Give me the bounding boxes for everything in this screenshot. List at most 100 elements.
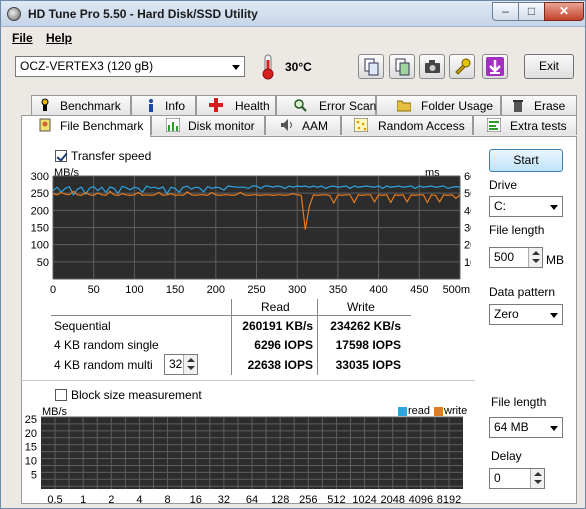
menu-help-label: Help — [46, 31, 73, 45]
speaker-icon — [281, 119, 292, 131]
magnifier-icon — [294, 99, 307, 112]
drive-label: Drive — [489, 178, 518, 192]
x-tick-label: 150 — [166, 284, 184, 296]
tab-label: Folder Usage — [421, 99, 494, 113]
drive-dropdown-value: OCZ-VERTEX3 (120 gB) — [20, 59, 154, 73]
trash-icon — [513, 100, 523, 112]
tab-disk-monitor[interactable]: Disk monitor — [151, 115, 265, 135]
file-length-stepper[interactable]: 500 — [489, 247, 543, 268]
y-right-tick-label: 20 — [464, 240, 471, 252]
block-size-label: Block size measurement — [71, 388, 202, 402]
tab-folder-usage[interactable]: Folder Usage — [376, 95, 501, 115]
x-tick-label: 500mB — [443, 284, 471, 296]
chevron-down-icon — [550, 426, 558, 431]
minimize-button[interactable]: – — [492, 2, 519, 21]
transfer-speed-chart: 0 50 100 150 200 250 300 350 400 450 500mB 300 250 20… — [31, 171, 471, 296]
x-tick-label: 250 — [247, 284, 265, 296]
delay-stepper[interactable]: 0 — [489, 468, 545, 489]
block-size-checkbox[interactable] — [55, 389, 67, 401]
app-window: HD Tune Pro 5.50 - Hard Disk/SSD Utility… — [0, 0, 586, 509]
sequential-read-value: 260191 KB/s — [242, 319, 313, 333]
tab-label: File Benchmark — [60, 119, 144, 133]
random-single-write-value: 17598 IOPS — [335, 338, 401, 352]
menu-bar: File Help — [1, 28, 585, 48]
info-icon — [149, 99, 153, 112]
y-left-tick-label: 150 — [31, 223, 49, 235]
drive-letter-dropdown[interactable]: C: — [489, 196, 563, 217]
y-right-tick-label: 40 — [464, 205, 471, 217]
tab-health[interactable]: Health — [196, 95, 276, 115]
x-tick-label: 100 — [125, 284, 143, 296]
file-length-unit: MB — [546, 253, 564, 267]
tab-random-access[interactable]: Random Access — [341, 115, 473, 135]
section-divider — [21, 380, 475, 381]
download-arrow-icon — [486, 57, 504, 76]
tab-file-benchmark[interactable]: File Benchmark — [21, 115, 151, 137]
temperature-readout: 30°C — [285, 60, 312, 74]
copy-text-button[interactable] — [358, 54, 384, 79]
menu-help[interactable]: Help — [46, 31, 72, 45]
tab-error-scan[interactable]: Error Scan — [276, 95, 376, 115]
x-tick-label: 300 — [288, 284, 306, 296]
random-multi-read-value: 22638 IOPS — [247, 358, 313, 372]
x-tick-label: 200 — [207, 284, 225, 296]
spin-arrows-icon[interactable] — [183, 355, 197, 374]
screenshot-button[interactable] — [419, 54, 445, 79]
tab-benchmark[interactable]: Benchmark — [31, 95, 131, 115]
queue-depth-value: 32 — [169, 357, 183, 371]
tab-info[interactable]: Info — [131, 95, 196, 115]
spin-arrows-icon[interactable] — [528, 248, 542, 267]
sequential-write-value: 234262 KB/s — [330, 319, 401, 333]
bar-chart-icon — [166, 118, 180, 132]
y-left-tick-label: 250 — [31, 188, 49, 200]
spin-arrows-icon[interactable] — [530, 469, 544, 488]
block-file-length-value: 64 MB — [494, 420, 529, 434]
queue-depth-stepper[interactable]: 32 — [164, 354, 198, 375]
exit-button[interactable]: Exit — [524, 54, 574, 79]
title-bar[interactable]: HD Tune Pro 5.50 - Hard Disk/SSD Utility… — [1, 1, 585, 27]
x-tick-label: 350 — [329, 284, 347, 296]
random-multi-label: 4 KB random multi — [54, 358, 153, 372]
random-multi-write-value: 33035 IOPS — [335, 358, 401, 372]
random-single-read-value: 6296 IOPS — [254, 338, 313, 352]
block-y-tick-label: 20 — [25, 428, 37, 440]
thermometer-icon — [262, 54, 274, 80]
block-y-tick-label: 5 — [31, 469, 37, 481]
block-file-length-dropdown[interactable]: 64 MB — [489, 417, 563, 438]
save-button[interactable] — [482, 54, 508, 79]
file-benchmark-icon — [39, 118, 51, 132]
drive-dropdown[interactable]: OCZ-VERTEX3 (120 gB) — [15, 56, 245, 77]
tab-erase[interactable]: Erase — [501, 95, 577, 115]
x-tick-label: 450 — [410, 284, 428, 296]
block-file-length-label: File length — [491, 395, 547, 409]
block-x-tick-label: 4 — [136, 494, 142, 506]
x-tick-label: 50 — [88, 284, 100, 296]
y-left-tick-label: 300 — [31, 171, 49, 183]
window-title: HD Tune Pro 5.50 - Hard Disk/SSD Utility — [28, 7, 258, 21]
tab-aam[interactable]: AAM — [265, 115, 341, 135]
maximize-button[interactable]: □ — [518, 2, 545, 21]
chevron-down-icon — [232, 65, 240, 70]
tab-label: Disk monitor — [188, 119, 255, 133]
menu-file[interactable]: File — [12, 31, 33, 45]
y-right-tick-label: 60 — [464, 171, 471, 183]
results-header-divider — [51, 315, 411, 316]
close-button[interactable]: ✕ — [544, 2, 584, 21]
transfer-speed-checkbox[interactable] — [55, 150, 67, 162]
data-pattern-dropdown[interactable]: Zero — [489, 304, 563, 325]
benchmark-icon — [41, 98, 49, 111]
menu-file-label: File — [12, 31, 33, 45]
copy-screenshot-button[interactable] — [389, 54, 415, 79]
random-single-label: 4 KB random single — [54, 338, 159, 352]
block-y-tick-label: 15 — [25, 442, 37, 454]
block-x-tick-label: 256 — [299, 494, 317, 506]
block-x-tick-label: 64 — [246, 494, 258, 506]
start-button[interactable]: Start — [489, 149, 563, 172]
chevron-down-icon — [550, 205, 558, 210]
tab-extra-tests[interactable]: Extra tests — [473, 115, 577, 135]
x-tick-label: 400 — [369, 284, 387, 296]
tab-label: Random Access — [378, 119, 465, 133]
options-button[interactable] — [449, 54, 475, 79]
block-x-tick-label: 512 — [327, 494, 345, 506]
block-x-tick-label: 16 — [190, 494, 202, 506]
